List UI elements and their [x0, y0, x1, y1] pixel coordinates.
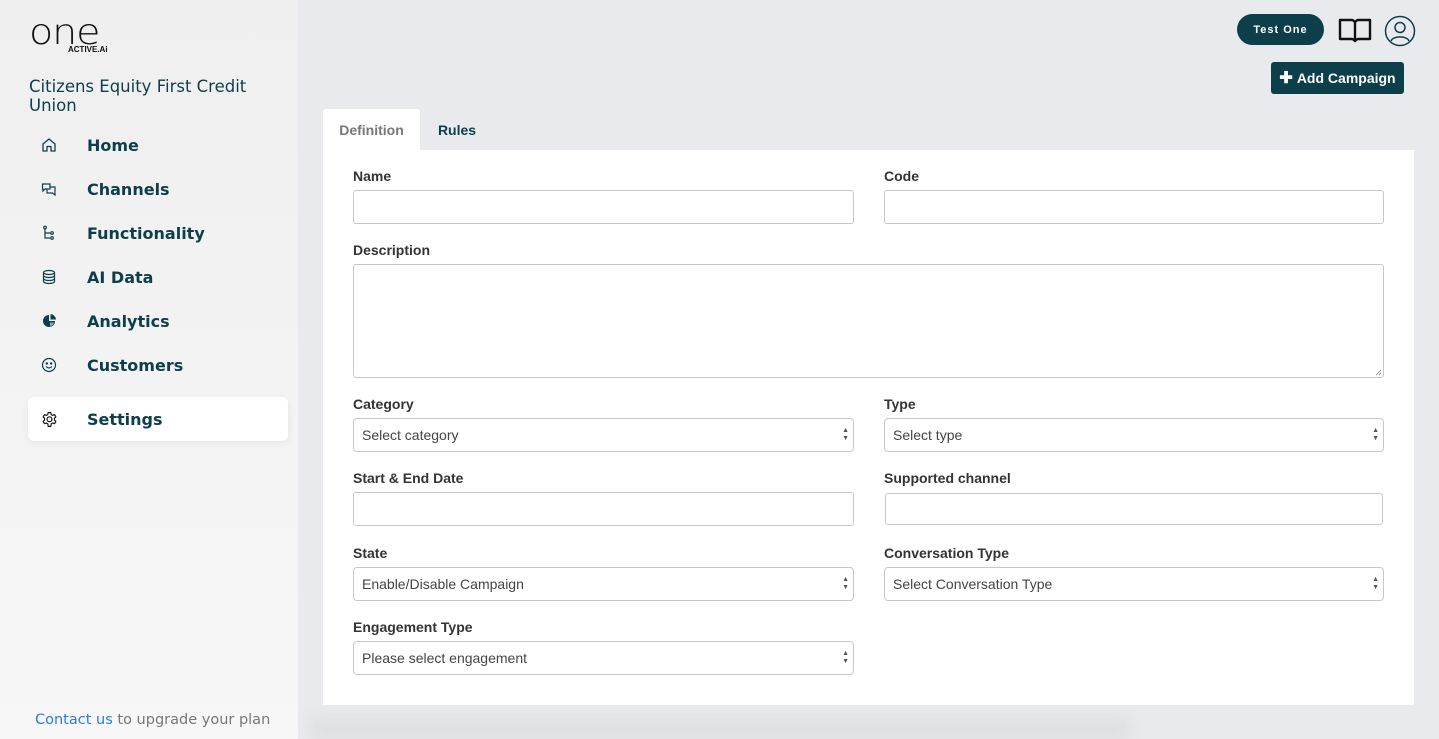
resize-grip-icon[interactable] [1374, 368, 1382, 376]
home-icon [40, 136, 58, 154]
tab-definition[interactable]: Definition [323, 109, 420, 150]
state-select[interactable]: Enable/Disable Campaign ▲ ▼ [353, 567, 854, 601]
dates-label: Start & End Date [353, 470, 464, 486]
type-select[interactable]: Select type ▲ ▼ [884, 418, 1384, 452]
engagement-type-label: Engagement Type [353, 619, 473, 635]
sidebar-item-home[interactable]: Home [28, 123, 288, 167]
pie-chart-icon [40, 312, 58, 330]
upgrade-note-text: to upgrade your plan [112, 712, 271, 728]
name-label: Name [353, 168, 392, 184]
sidebar-item-analytics[interactable]: Analytics [28, 299, 288, 343]
sidebar-item-label: Functionality [87, 223, 205, 243]
profile-icon[interactable] [1384, 15, 1416, 47]
panel-shadow [310, 715, 1130, 739]
engagement-type-selected: Please select engagement [362, 650, 527, 666]
sidebar-item-label: Customers [87, 355, 184, 375]
code-input[interactable] [884, 190, 1384, 224]
description-label: Description [353, 242, 431, 258]
name-input[interactable] [353, 190, 854, 224]
select-arrows-icon: ▲ ▼ [1372, 427, 1379, 442]
state-selected: Enable/Disable Campaign [362, 576, 524, 592]
gear-icon [40, 410, 58, 428]
logo-sub: ACTIVE.Ai [68, 45, 108, 54]
database-icon [40, 268, 58, 286]
sidebar-item-label: Home [87, 135, 139, 155]
engagement-type-select[interactable]: Please select engagement ▲ ▼ [353, 641, 854, 675]
tab-rules[interactable]: Rules [420, 109, 494, 150]
sidebar-item-label: Channels [87, 179, 170, 199]
sidebar-item-functionality[interactable]: Functionality [28, 211, 288, 255]
add-campaign-button[interactable]: ✚ Add Campaign [1271, 62, 1404, 94]
type-selected: Select type [893, 427, 963, 443]
logo[interactable]: one ACTIVE.Ai [29, 15, 108, 55]
sidebar-item-channels[interactable]: Channels [28, 167, 288, 211]
add-campaign-label: Add Campaign [1296, 70, 1396, 86]
sidebar-item-label: Settings [87, 409, 163, 429]
conversation-type-select[interactable]: Select Conversation Type ▲ ▼ [884, 567, 1384, 601]
user-menu-button[interactable]: Test One [1237, 14, 1324, 45]
sidebar-nav: Home Channels Functionality AI Data Anal… [28, 123, 288, 441]
book-icon[interactable] [1338, 16, 1372, 44]
contact-us-link[interactable]: Contact us [35, 712, 113, 728]
supported-channel-input[interactable] [885, 493, 1383, 525]
plus-icon: ✚ [1279, 70, 1293, 87]
sidebar: one ACTIVE.Ai Citizens Equity First Cred… [0, 0, 298, 739]
type-label: Type [884, 396, 916, 412]
sidebar-item-ai-data[interactable]: AI Data [28, 255, 288, 299]
sidebar-item-customers[interactable]: Customers [28, 343, 288, 387]
select-arrows-icon: ▲ ▼ [1372, 576, 1379, 591]
description-textarea[interactable] [353, 264, 1384, 378]
conversation-type-label: Conversation Type [884, 545, 1009, 561]
category-select[interactable]: Select category ▲ ▼ [353, 418, 854, 452]
flow-tree-icon [40, 224, 58, 242]
chat-bubbles-icon [40, 180, 58, 198]
org-name: Citizens Equity First Credit Union [29, 77, 247, 115]
select-arrows-icon: ▲ ▼ [842, 427, 849, 442]
category-label: Category [353, 396, 414, 412]
select-arrows-icon: ▲ ▼ [842, 576, 849, 591]
sidebar-item-settings[interactable]: Settings [28, 397, 288, 441]
upgrade-note: Contact us to upgrade your plan [35, 712, 270, 728]
sidebar-item-label: Analytics [87, 311, 170, 331]
select-arrows-icon: ▲ ▼ [842, 650, 849, 665]
sidebar-item-label: AI Data [87, 267, 154, 287]
category-selected: Select category [362, 427, 459, 443]
campaign-definition-form: Name Code Description Category Select ca… [323, 150, 1414, 705]
smiley-icon [40, 356, 58, 374]
channel-label: Supported channel [884, 470, 1011, 486]
conversation-type-selected: Select Conversation Type [893, 576, 1053, 592]
state-label: State [353, 545, 388, 561]
date-range-input[interactable] [353, 492, 854, 526]
code-label: Code [884, 168, 919, 184]
